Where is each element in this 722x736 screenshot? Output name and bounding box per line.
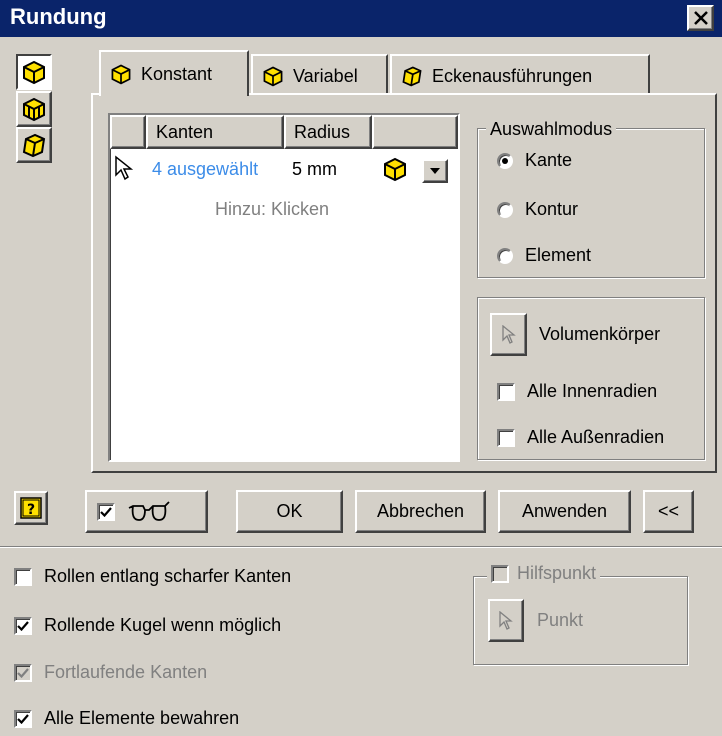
preview-toggle[interactable] [85,490,208,533]
add-hint[interactable]: Hinzu: Klicken [215,199,329,220]
checkbox-inner-radii[interactable]: Alle Innenradien [497,381,657,402]
help-icon: ? [20,497,42,519]
checkbox[interactable] [497,428,515,447]
tab-label: Konstant [141,63,213,84]
close-button[interactable] [687,5,714,31]
column-header-blank [372,115,458,149]
tab-eckenausfuehrungen[interactable]: Eckenausführungen [390,54,650,96]
title-bar [0,0,722,37]
solid-label: Volumenkörper [539,324,661,344]
checkbox[interactable] [14,616,32,635]
cursor-arrow-icon [499,610,513,630]
checkbox [14,663,32,682]
selected-edges-cell[interactable]: 4 ausgewählt [152,159,258,180]
option-continuous-edges: Fortlaufende Kanten [14,662,207,683]
point-select-button [488,599,524,642]
checkbox[interactable] [497,382,515,401]
row-dropdown-button[interactable] [422,159,448,183]
cancel-button[interactable]: Abbrechen [355,490,486,533]
helper-point-toggle: Hilfspunkt [487,563,601,584]
radio-button[interactable] [497,152,513,169]
tab-label: Variabel [293,65,358,86]
selection-mode-label: Auswahlmodus [486,119,617,140]
checkbox [491,564,509,583]
glasses-icon [128,500,170,521]
option-roll-sharp-edges[interactable]: Rollen entlang scharfer Kanten [14,566,291,587]
radio-kante[interactable]: Kante [497,150,572,171]
fillet-face-mode-button[interactable] [16,91,52,127]
close-icon [693,11,708,25]
ok-button[interactable]: OK [236,490,343,533]
option-rolling-ball[interactable]: Rollende Kugel wenn möglich [14,615,281,636]
radio-kontur[interactable]: Kontur [497,199,578,220]
radio-element[interactable]: Element [497,245,591,266]
cube-solid-icon [22,133,46,158]
cube-solid-icon [402,66,422,87]
help-button[interactable]: ? [14,491,48,525]
fillet-edge-mode-button[interactable] [16,54,52,90]
column-header-radius[interactable]: Radius [284,115,372,149]
chevron-down-icon [430,168,440,174]
edge-table[interactable]: Kanten Radius 4 ausgewählt 5 mm Hinzu: K… [108,113,460,462]
collapse-button[interactable]: << [643,490,694,533]
cube-face-icon [111,64,131,85]
cursor-arrow-icon [501,324,516,344]
separator [0,546,722,548]
radio-button[interactable] [497,201,513,218]
checkbox-outer-radii[interactable]: Alle Außenradien [497,427,664,448]
tab-variabel[interactable]: Variabel [251,54,388,96]
solid-select-button[interactable] [490,313,527,356]
radius-cell[interactable]: 5 mm [292,159,337,180]
checkbox[interactable] [14,567,32,586]
svg-text:?: ? [27,502,35,518]
cube-face-icon [263,66,283,87]
tab-label: Eckenausführungen [432,65,593,86]
apply-button[interactable]: Anwenden [498,490,631,533]
column-header-kanten[interactable]: Kanten [146,115,284,149]
fillet-full-round-button[interactable] [16,127,52,163]
tab-konstant[interactable]: Konstant [99,50,249,96]
cube-face-icon [23,60,45,85]
cube-face-icon [380,155,410,188]
cube-edge-icon [23,97,45,122]
radio-button[interactable] [497,247,513,264]
point-label: Punkt [537,610,584,630]
window-title: Rundung [10,4,107,29]
table-corner-header [110,115,146,149]
preview-checkbox[interactable] [97,502,115,521]
checkbox[interactable] [14,709,32,728]
cursor-arrow-icon [114,155,134,186]
option-preserve-all[interactable]: Alle Elemente bewahren [14,708,239,729]
